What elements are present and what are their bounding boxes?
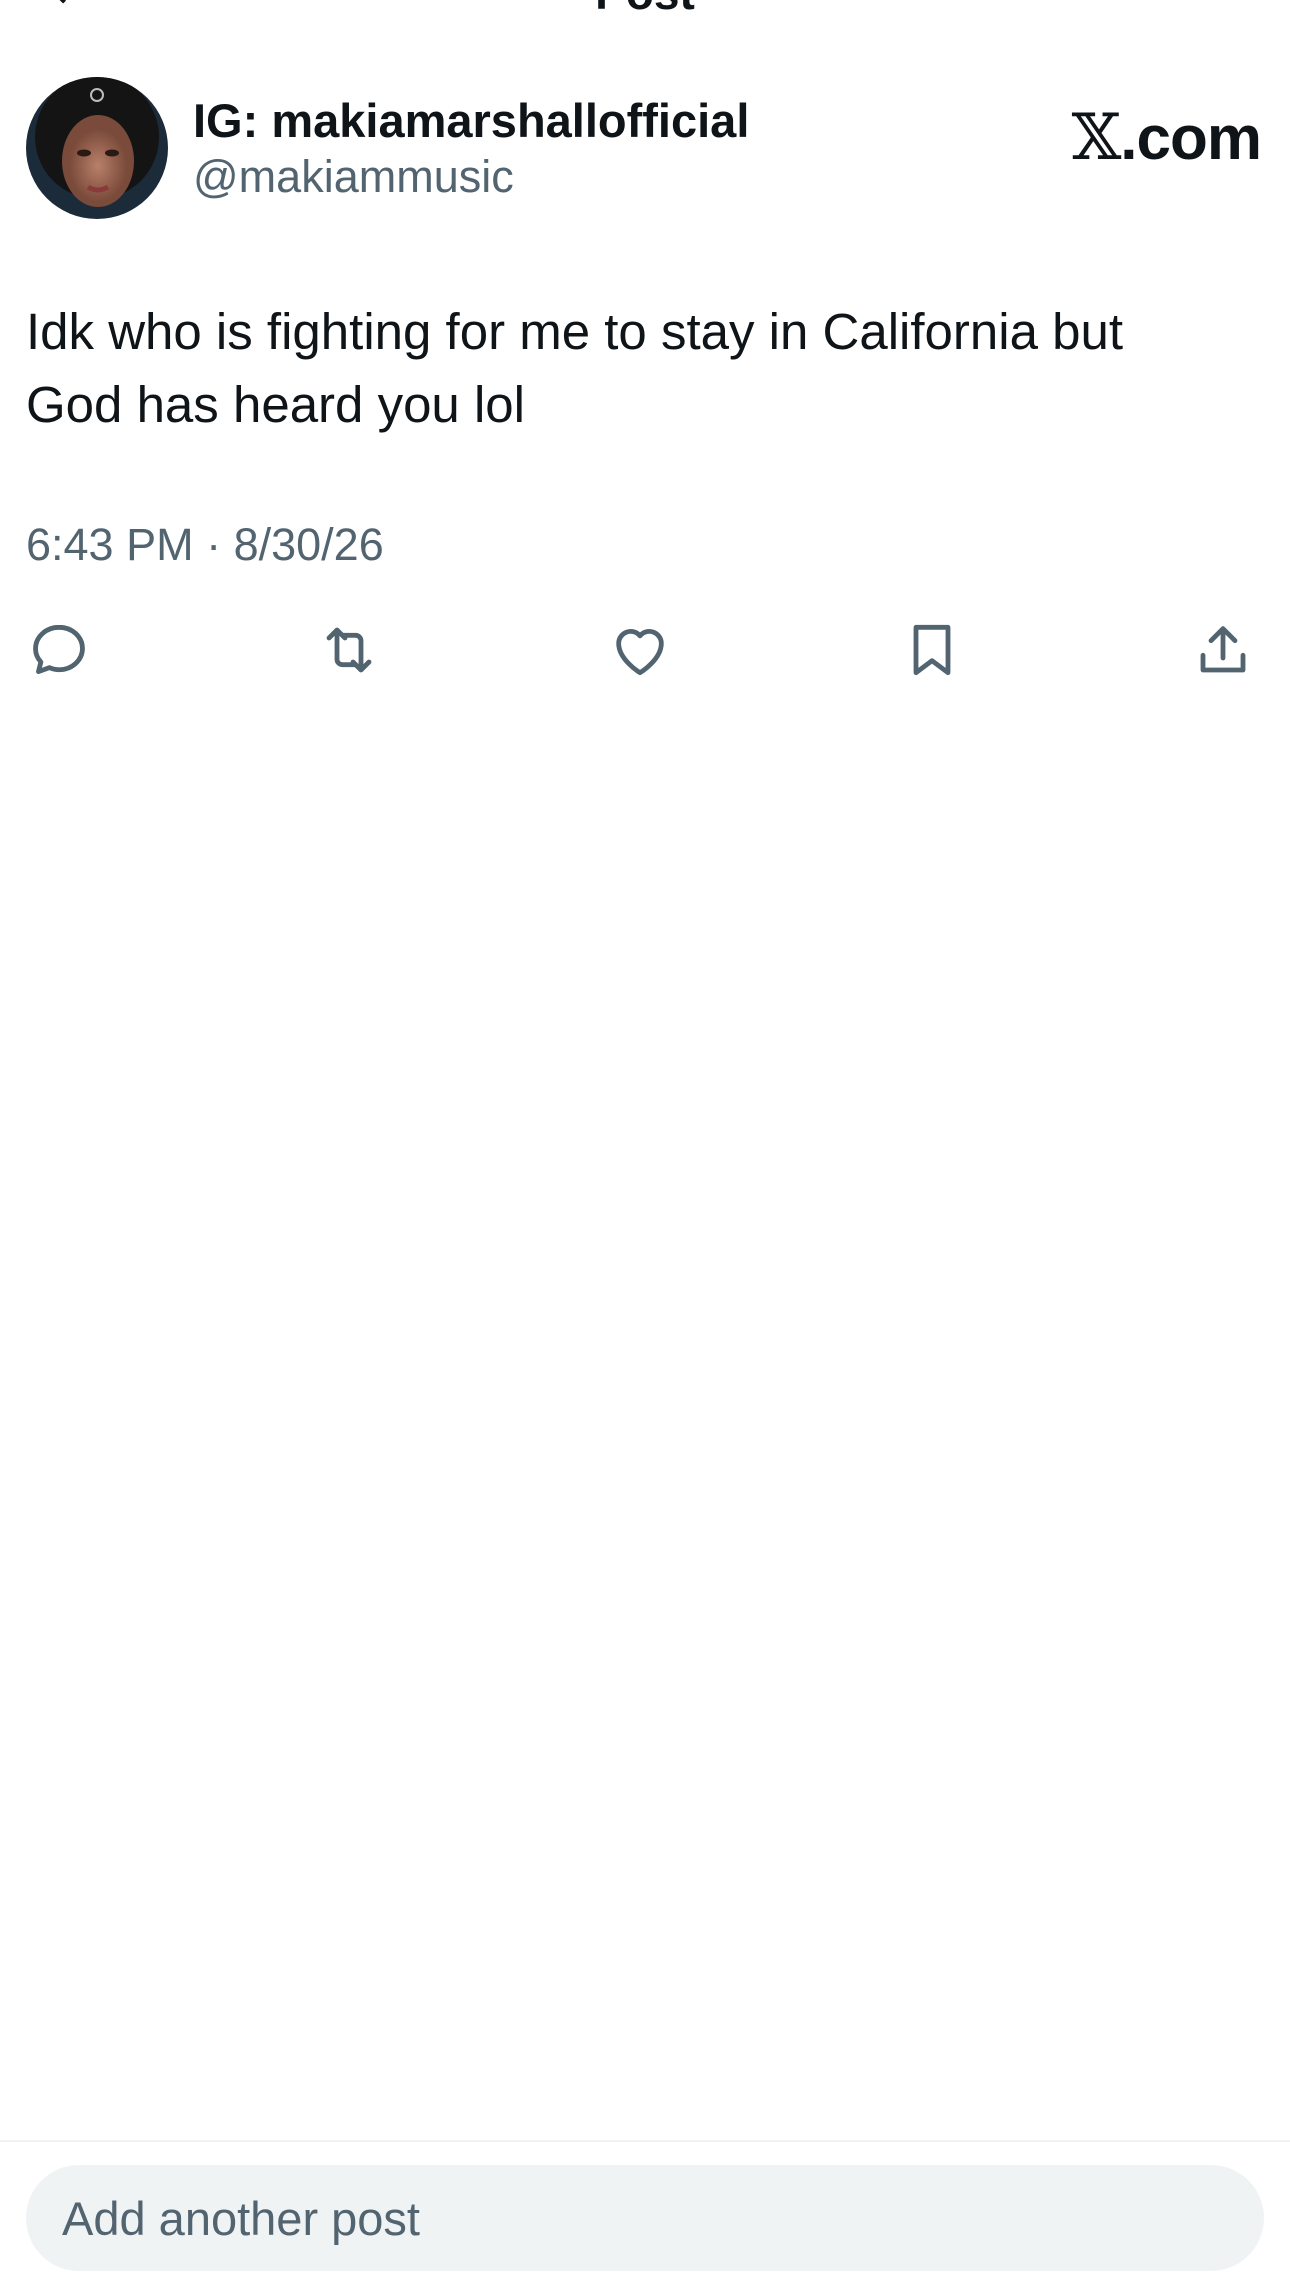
share-icon [1200,626,1246,673]
post-author: IG: makiamarshallofficial @makiammusic 𝕏… [26,77,1266,219]
like-button[interactable] [605,615,675,685]
add-post-input[interactable] [62,2165,1222,2271]
divider [0,2140,1290,2142]
heart-icon [616,629,664,676]
brand-logo: 𝕏.com [1071,101,1262,175]
top-bar: Post [0,0,1290,30]
post-text: Idk who is fighting for me to stay in Ca… [26,303,1124,433]
avatar[interactable] [26,77,168,219]
share-button[interactable] [1188,615,1258,685]
reply-icon [33,624,85,674]
add-post-composer[interactable] [26,2165,1264,2271]
bookmark-button[interactable] [897,615,967,685]
brand-suffix: .com [1120,104,1262,173]
repost-button[interactable] [314,615,384,685]
x-logo-icon: 𝕏 [1071,101,1122,175]
repost-icon [326,627,372,673]
post-timestamp[interactable]: 6:43 PM · 8/30/26 [26,519,384,571]
user-handle[interactable]: @makiammusic [193,151,514,203]
display-name[interactable]: IG: makiamarshallofficial [193,93,749,148]
reply-button[interactable] [24,615,94,685]
page-title: Post [0,0,1290,20]
bookmark-icon [913,624,951,676]
post-actions [0,615,1290,685]
